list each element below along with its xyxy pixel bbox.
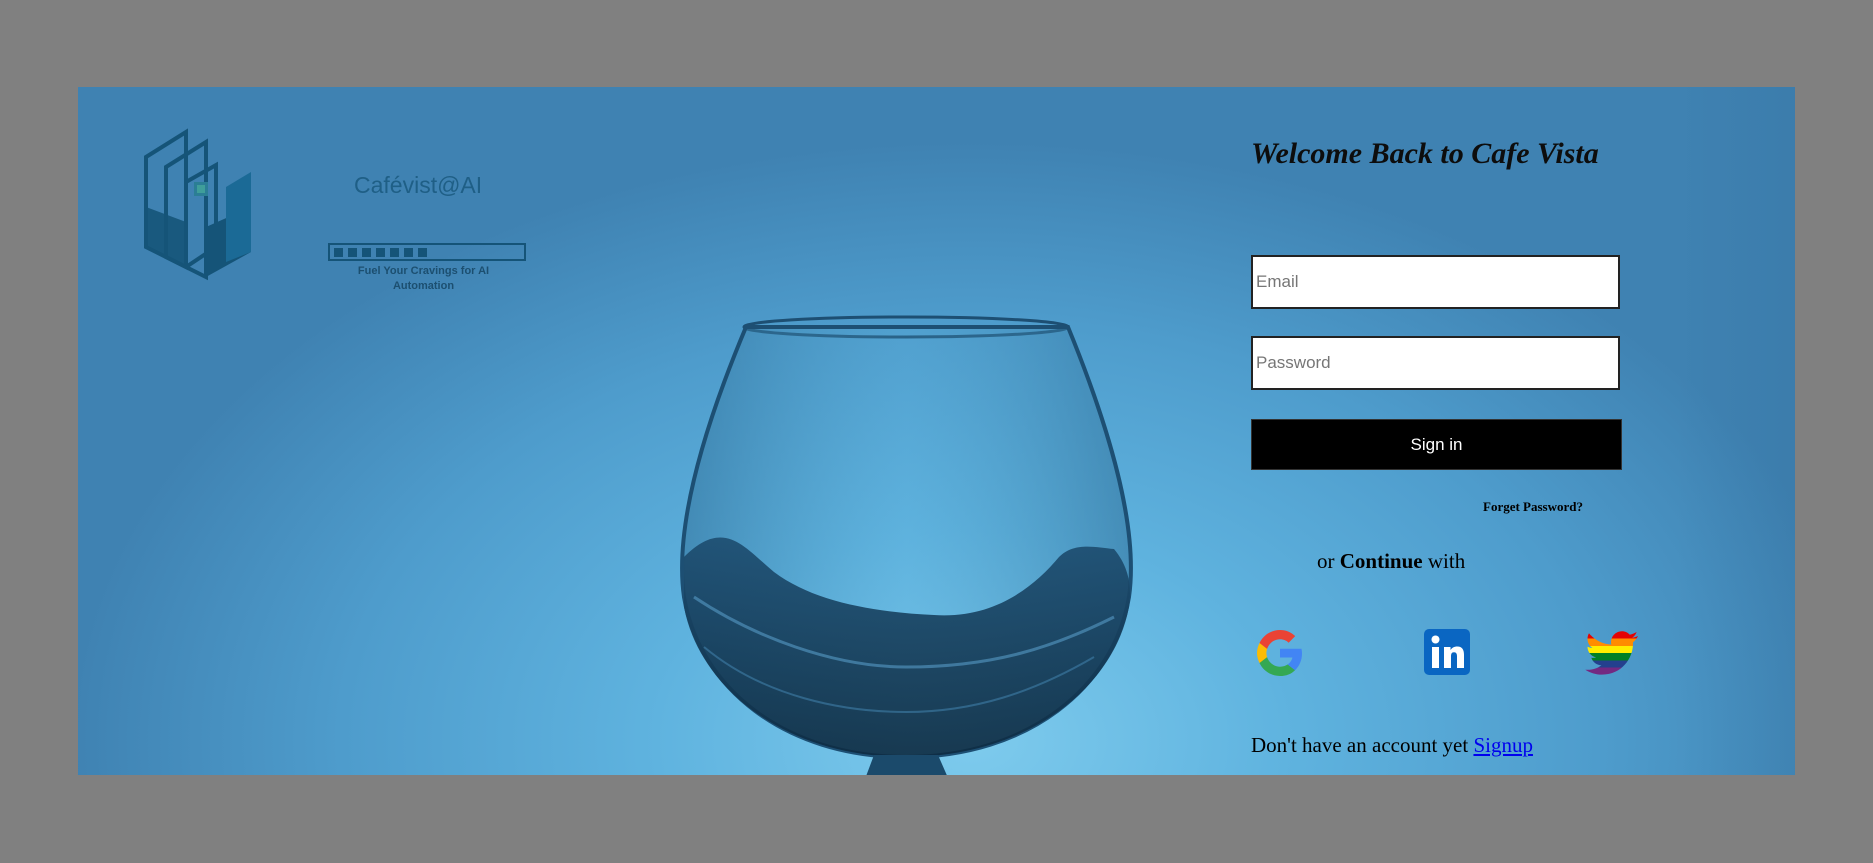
page-title: Welcome Back to Cafe Vista xyxy=(1251,137,1599,170)
login-card: Cafévist@AI Fuel Your Cravings for AI Au… xyxy=(78,87,1795,775)
sign-in-button[interactable]: Sign in xyxy=(1251,419,1622,470)
brand-tagline: Fuel Your Cravings for AI Automation xyxy=(357,265,490,292)
wine-glass-image xyxy=(680,315,1133,775)
brand-name: Cafévist@AI xyxy=(354,172,483,198)
google-icon xyxy=(1257,630,1302,676)
google-login-button[interactable] xyxy=(1253,626,1307,680)
signup-prompt: Don't have an account yet Signup xyxy=(1251,733,1533,757)
pixel-maze-logo-icon xyxy=(144,128,251,281)
brand-logo: Cafévist@AI Fuel Your Cravings for AI Au… xyxy=(141,127,526,292)
linkedin-icon xyxy=(1424,629,1470,675)
linkedin-login-button[interactable] xyxy=(1421,626,1475,680)
twitter-login-button[interactable] xyxy=(1584,626,1640,680)
email-field[interactable] xyxy=(1251,255,1620,309)
signup-link[interactable]: Signup xyxy=(1473,733,1533,757)
brand-progress-bar xyxy=(328,243,526,261)
twitter-icon xyxy=(1585,631,1638,675)
password-field[interactable] xyxy=(1251,336,1620,390)
continue-with-text: or Continue with xyxy=(1317,549,1466,573)
forgot-password-link[interactable]: Forget Password? xyxy=(1483,499,1583,515)
